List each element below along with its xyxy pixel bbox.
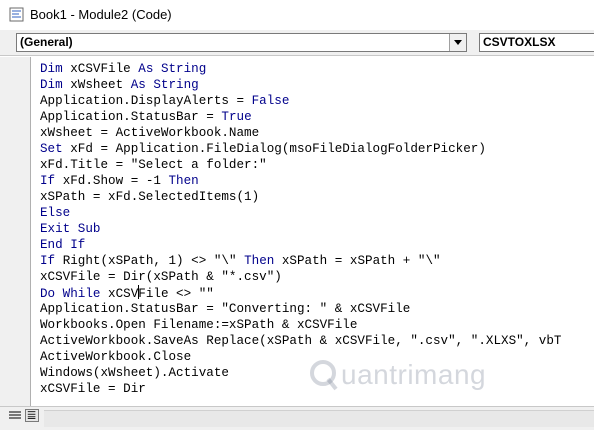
code-token: Windows(xWsheet).Activate xyxy=(40,366,229,380)
code-line[interactable]: Application.StatusBar = "Converting: " &… xyxy=(40,301,594,317)
procedure-view-icon[interactable] xyxy=(8,409,22,422)
code-keyword: If xyxy=(40,174,63,188)
code-keyword: End If xyxy=(40,238,86,252)
window-title: Book1 - Module2 (Code) xyxy=(30,7,172,22)
code-keyword: Then xyxy=(244,254,282,268)
code-line[interactable]: xSPath = xFd.SelectedItems(1) xyxy=(40,189,594,205)
code-token: Application.DisplayAlerts = xyxy=(40,94,252,108)
code-line[interactable]: Else xyxy=(40,205,594,221)
code-toolbar: (General) CSVTOXLSX xyxy=(0,30,594,56)
code-line[interactable]: xFd.Title = "Select a folder:" xyxy=(40,157,594,173)
code-line[interactable]: Exit Sub xyxy=(40,221,594,237)
code-token: ActiveWorkbook.Close xyxy=(40,350,192,364)
vba-module-icon xyxy=(9,7,24,22)
code-token: Application.StatusBar = xyxy=(40,110,222,124)
code-keyword: Then xyxy=(168,174,199,188)
code-keyword: Exit Sub xyxy=(40,222,101,236)
code-line[interactable]: ActiveWorkbook.SaveAs Replace(xSPath & x… xyxy=(40,333,594,349)
code-token: xFd.Title = "Select a folder:" xyxy=(40,158,267,172)
code-token: xFd.Show = -1 xyxy=(62,174,169,188)
code-token: xWsheet xyxy=(70,78,131,92)
code-token: Right(xSPath, 1) <> "\" xyxy=(62,254,245,268)
procedure-dropdown[interactable]: CSVTOXLSX xyxy=(479,33,594,52)
code-editor[interactable]: Dim xCSVFile As String Dim xWsheet As Str… xyxy=(0,57,594,406)
object-dropdown-value: (General) xyxy=(20,35,73,49)
code-line[interactable]: Dim xCSVFile As String xyxy=(40,61,594,77)
object-dropdown[interactable]: (General) xyxy=(16,33,467,52)
margin-indicator-bar[interactable] xyxy=(0,57,31,406)
full-module-view-icon[interactable] xyxy=(25,409,39,422)
code-line[interactable]: xCSVFile = Dir xyxy=(40,381,594,397)
code-token: xWsheet = ActiveWorkbook.Name xyxy=(40,126,260,140)
code-line[interactable]: Do While xCSVFile <> "" xyxy=(40,285,594,301)
code-line[interactable]: End If xyxy=(40,237,594,253)
code-text[interactable]: Dim xCSVFile As String Dim xWsheet As Str… xyxy=(40,61,594,397)
code-keyword: False xyxy=(251,94,290,108)
horizontal-scrollbar[interactable] xyxy=(44,410,594,427)
code-keyword: Do While xyxy=(40,287,109,301)
code-token: Application.StatusBar = "Converting: " &… xyxy=(40,302,411,316)
title-bar: Book1 - Module2 (Code) xyxy=(0,0,594,30)
code-token: xCSV xyxy=(108,287,139,301)
code-token: xFd = Application.FileDialog(msoFileDial… xyxy=(70,142,486,156)
code-line[interactable]: xCSVFile = Dir(xSPath & "*.csv") xyxy=(40,269,594,285)
code-keyword: True xyxy=(221,110,252,124)
code-token: ActiveWorkbook.SaveAs Replace(xSPath & x… xyxy=(40,334,562,348)
code-token: xSPath = xSPath + "\" xyxy=(281,254,441,268)
code-line[interactable]: Set xFd = Application.FileDialog(msoFile… xyxy=(40,141,594,157)
code-token: xCSVFile = Dir xyxy=(40,382,146,396)
code-token: File <> "" xyxy=(138,287,214,301)
code-line[interactable]: If xFd.Show = -1 Then xyxy=(40,173,594,189)
chevron-down-icon[interactable] xyxy=(449,34,466,51)
bottom-bar xyxy=(0,406,594,430)
code-line[interactable]: ActiveWorkbook.Close xyxy=(40,349,594,365)
code-token: Workbooks.Open Filename:=xSPath & xCSVFi… xyxy=(40,318,358,332)
code-line[interactable]: Application.StatusBar = True xyxy=(40,109,594,125)
code-token: xSPath = xFd.SelectedItems(1) xyxy=(40,190,260,204)
code-line[interactable]: Workbooks.Open Filename:=xSPath & xCSVFi… xyxy=(40,317,594,333)
code-token: xCSVFile = Dir(xSPath & "*.csv") xyxy=(40,270,282,284)
code-keyword: Dim xyxy=(40,62,71,76)
code-line[interactable]: Dim xWsheet As String xyxy=(40,77,594,93)
code-line[interactable]: If Right(xSPath, 1) <> "\" Then xSPath =… xyxy=(40,253,594,269)
code-line[interactable]: xWsheet = ActiveWorkbook.Name xyxy=(40,125,594,141)
code-line[interactable]: Windows(xWsheet).Activate xyxy=(40,365,594,381)
code-keyword: Dim xyxy=(40,78,71,92)
code-keyword: Else xyxy=(40,206,71,220)
code-keyword: As String xyxy=(130,78,199,92)
code-token: xCSVFile xyxy=(70,62,139,76)
code-keyword: As String xyxy=(138,62,207,76)
code-keyword: Set xyxy=(40,142,71,156)
code-keyword: If xyxy=(40,254,63,268)
procedure-dropdown-value: CSVTOXLSX xyxy=(483,35,556,49)
code-line[interactable]: Application.DisplayAlerts = False xyxy=(40,93,594,109)
